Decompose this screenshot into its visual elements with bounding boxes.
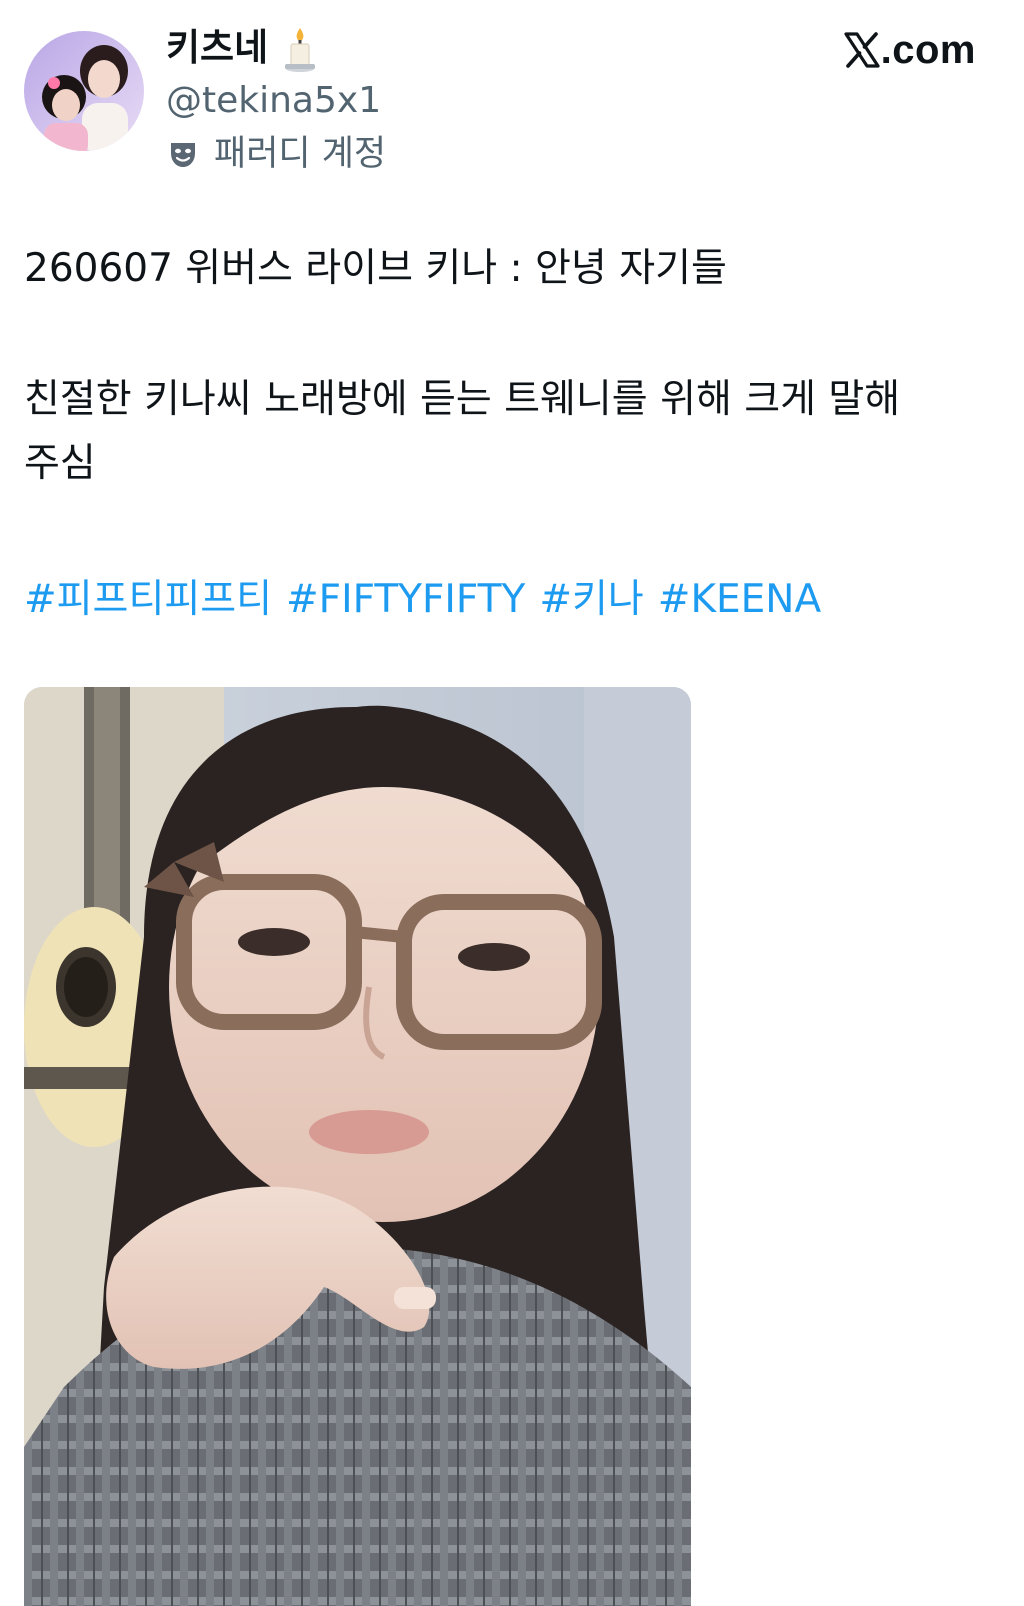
parody-account-label: 패러디 계정 — [166, 132, 386, 176]
tweet-media-photo[interactable] — [24, 687, 691, 1606]
hashtag-list: #피프티피프티 #FIFTYFIFTY #키나 #KEENA — [24, 574, 835, 626]
display-name[interactable]: 키츠네 — [166, 24, 268, 72]
hashtag-link[interactable]: #키나 — [539, 577, 643, 622]
x-brand[interactable]: .com — [844, 26, 976, 74]
avatar-photo — [24, 31, 144, 151]
parody-label-text: 패러디 계정 — [214, 134, 387, 174]
x-domain-text: .com — [880, 28, 976, 72]
hashtag-link[interactable]: #FIFTYFIFTY — [286, 577, 525, 622]
tweet-text-line-3: 주심 — [24, 441, 96, 486]
avatar[interactable] — [24, 31, 144, 151]
live-stream-photo — [24, 687, 691, 1606]
tweet-text-line-1: 260607 위버스 라이브 키나 : 안녕 자기들 — [24, 246, 727, 291]
user-handle[interactable]: @tekina5x1 — [166, 78, 381, 124]
theater-mask-icon — [171, 143, 195, 167]
hashtag-link[interactable]: #KEENA — [658, 577, 821, 622]
x-logo-icon — [844, 32, 880, 68]
hashtag-link[interactable]: #피프티피프티 — [24, 577, 272, 622]
tweet-text-line-2: 친절한 키나씨 노래방에 듣는 트웨니를 위해 크게 말해 — [24, 377, 901, 422]
candle-icon — [282, 26, 318, 74]
tweet-screenshot: 키츠네 @tekina5x1 패러디 계정 .com 260607 위버스 라이 — [0, 0, 1024, 1606]
